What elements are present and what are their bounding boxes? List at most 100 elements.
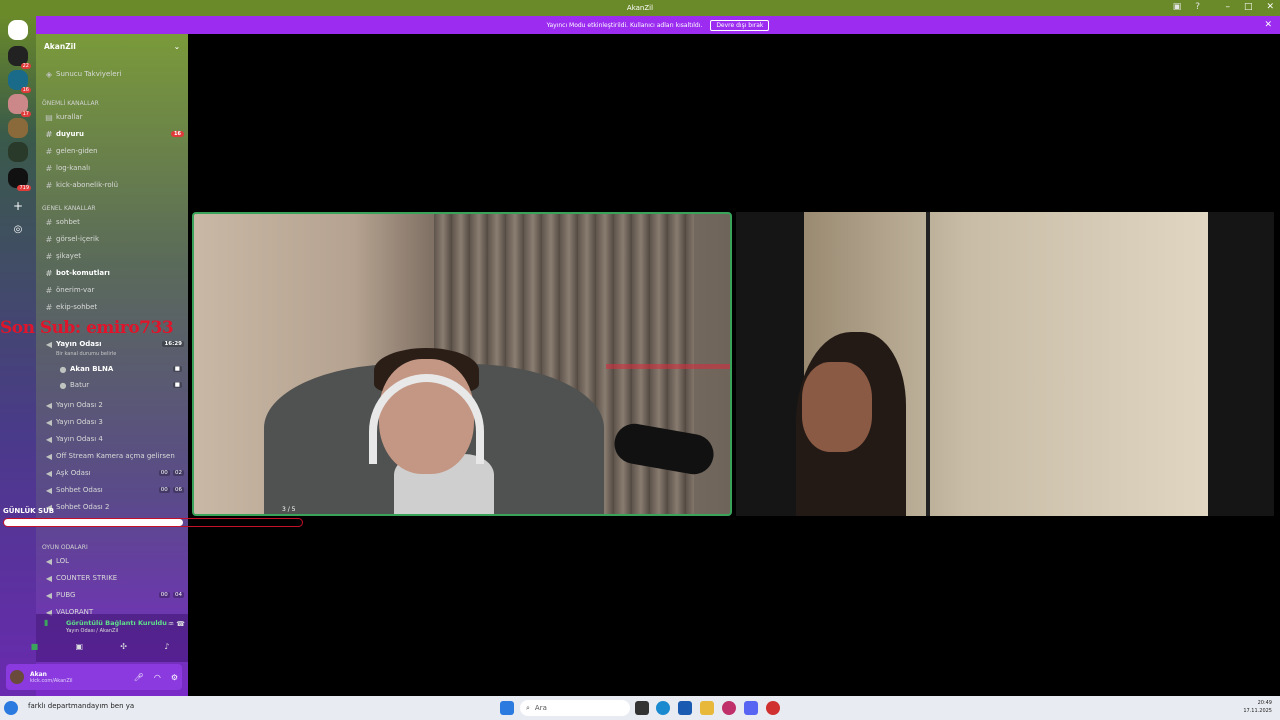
server-icon[interactable]: 17 — [8, 94, 31, 117]
voice-channel-sohbet-odasi-2[interactable]: ◀ Sohbet Odası 2 — [42, 500, 184, 514]
discord-icon[interactable] — [744, 701, 758, 715]
voice-member[interactable]: ● Akan BLNA ■ — [56, 362, 182, 376]
minimize-button[interactable]: – — [1225, 2, 1230, 12]
noise-suppression-icon[interactable]: ♒ — [168, 620, 174, 628]
channel-bot[interactable]: # bot-komutları — [42, 266, 184, 280]
search-placeholder: Ara — [534, 704, 547, 712]
disconnect-icon[interactable]: ☎ — [176, 620, 185, 628]
close-banner-icon[interactable]: ✕ — [1264, 20, 1272, 30]
close-button[interactable]: ✕ — [1266, 2, 1274, 12]
edge-icon[interactable] — [656, 701, 670, 715]
voice-channel-yayin-3[interactable]: ◀ Yayın Odası 3 — [42, 415, 184, 429]
help-icon[interactable]: ? — [1195, 2, 1200, 12]
soundboard-button[interactable]: ♪ — [164, 642, 169, 651]
voice-channel-yayin-4[interactable]: ◀ Yayın Odası 4 — [42, 432, 184, 446]
channel-sidebar: AkanZil ⌄ ◈ Sunucu Takviyeleri ÖNEMLİ KAN… — [36, 34, 188, 696]
video-tile-streamer[interactable]: 3 / 5 — [192, 212, 732, 516]
discord-home-icon[interactable] — [8, 20, 28, 40]
speaker-icon: ◀ — [45, 400, 53, 410]
voice-status[interactable]: Görüntülü Bağlantı Kuruldu — [66, 619, 167, 627]
voice-member[interactable]: ● Batur ■ — [56, 378, 182, 392]
window-title: AkanZil — [626, 4, 654, 12]
search-box[interactable]: ⌕ Ara — [520, 700, 630, 716]
channel-sohbet[interactable]: # sohbet — [42, 215, 184, 229]
channel-log[interactable]: # log-kanalı — [42, 161, 184, 175]
boost-icon: ◈ — [45, 69, 53, 79]
hash-icon: # — [45, 217, 53, 227]
widgets-icon[interactable] — [4, 701, 18, 715]
channel-gelen-giden[interactable]: # gelen-giden — [42, 144, 184, 158]
add-server-icon[interactable]: + — [8, 196, 28, 216]
signal-icon: ▮ — [44, 618, 49, 627]
camera-button[interactable]: ■ — [31, 642, 39, 651]
channel-ekip[interactable]: # ekip-sohbet — [42, 300, 184, 314]
activities-button[interactable]: ✣ — [120, 642, 127, 651]
hash-icon: # — [45, 285, 53, 295]
opera-icon[interactable] — [722, 701, 736, 715]
speaker-icon: ◀ — [45, 485, 53, 495]
voice-channel-pubg[interactable]: ◀ PUBG 00 04 — [42, 588, 184, 602]
hash-icon: # — [45, 302, 53, 312]
voice-channel-path[interactable]: Yayın Odası / AkanZil — [66, 628, 118, 634]
last-sub-overlay: Son Sub: emiro733 — [0, 318, 174, 338]
user-panel: Akan kick.com/AkanZil 🎤︎ ◠ ⚙ — [6, 664, 182, 690]
category-games[interactable]: OYUN ODALARI — [42, 540, 184, 554]
hash-icon: # — [45, 129, 53, 139]
server-icon[interactable]: 719 — [8, 168, 31, 191]
overlay-bar — [606, 364, 730, 369]
voice-channel-yayin-2[interactable]: ◀ Yayın Odası 2 — [42, 398, 184, 412]
disable-streamer-mode-button[interactable]: Devre dışı bırak — [710, 19, 770, 31]
hash-icon: # — [45, 180, 53, 190]
server-header[interactable]: AkanZil ⌄ — [36, 34, 188, 58]
video-tile-guest[interactable] — [736, 212, 1274, 516]
server-icon[interactable] — [8, 118, 28, 138]
channel-status[interactable]: Bir kanal durumu belirle — [56, 351, 116, 357]
channel-duyuru[interactable]: # duyuru 16 — [42, 127, 184, 141]
channel-gorsel[interactable]: # görsel-içerik — [42, 232, 184, 246]
search-icon: ⌕ — [526, 703, 530, 712]
voice-channel-cs[interactable]: ◀ COUNTER STRIKE — [42, 571, 184, 585]
explore-icon[interactable]: ◎ — [8, 220, 28, 240]
time: 20:49 — [1257, 700, 1272, 706]
progress-fill — [4, 519, 183, 526]
gear-icon[interactable]: ⚙ — [171, 673, 178, 682]
channel-sikayet[interactable]: # şikayet — [42, 249, 184, 263]
rules-icon: ▤ — [45, 112, 53, 122]
headphones-icon[interactable]: ◠ — [154, 673, 161, 682]
date: 17.11.2025 — [1243, 708, 1272, 714]
file-explorer-icon[interactable] — [700, 701, 714, 715]
clock[interactable]: 20:49 17.11.2025 — [1243, 699, 1272, 715]
avatar: ● — [59, 380, 67, 390]
category-important[interactable]: ÖNEMLİ KANALLAR — [42, 96, 184, 110]
download-icon[interactable]: ▣ — [1173, 2, 1182, 12]
category-general[interactable]: GENEL KANALLAR — [42, 201, 184, 215]
taskbar: farklı departmandayım ben ya ⌕ Ara 20:49… — [0, 696, 1280, 720]
voice-channel-lol[interactable]: ◀ LOL — [42, 554, 184, 568]
speaker-icon: ◀ — [45, 339, 53, 349]
voice-channel-sohbet-odasi[interactable]: ◀ Sohbet Odası 00 06 — [42, 483, 184, 497]
hash-icon: # — [45, 251, 53, 261]
voice-channel-offstream[interactable]: ◀ Off Stream Kamera açma gelirsen — [42, 449, 184, 463]
channel-oneri[interactable]: # önerim-var — [42, 283, 184, 297]
voice-channel-ask[interactable]: ◀ Aşk Odası 00 02 — [42, 466, 184, 480]
sidebar-item-boosts[interactable]: ◈ Sunucu Takviyeleri — [42, 67, 184, 81]
server-icon[interactable] — [8, 142, 28, 162]
task-view-icon[interactable] — [635, 701, 649, 715]
store-icon[interactable] — [678, 701, 692, 715]
screen-share-button[interactable]: ▣ — [75, 642, 83, 651]
camera-icon: ■ — [172, 366, 182, 372]
server-icon[interactable]: 22 — [8, 46, 31, 69]
hash-icon: # — [45, 146, 53, 156]
channel-kick[interactable]: # kick-abonelik-rolü — [42, 178, 184, 192]
start-icon[interactable] — [500, 701, 514, 715]
maximize-button[interactable]: □ — [1244, 2, 1253, 12]
speaker-icon: ◀ — [45, 434, 53, 444]
app-icon[interactable] — [766, 701, 780, 715]
avatar[interactable] — [10, 670, 24, 684]
server-icon[interactable]: 16 — [8, 70, 31, 93]
voice-channel-yayin-odasi[interactable]: ◀ Yayın Odası 16:29 — [42, 337, 184, 351]
server-list: 22 16 17 719 + ◎ — [0, 16, 36, 696]
channel-kurallar[interactable]: ▤ kurallar — [42, 110, 184, 124]
speaker-icon: ◀ — [45, 468, 53, 478]
microphone-icon[interactable]: 🎤︎ — [134, 673, 144, 682]
